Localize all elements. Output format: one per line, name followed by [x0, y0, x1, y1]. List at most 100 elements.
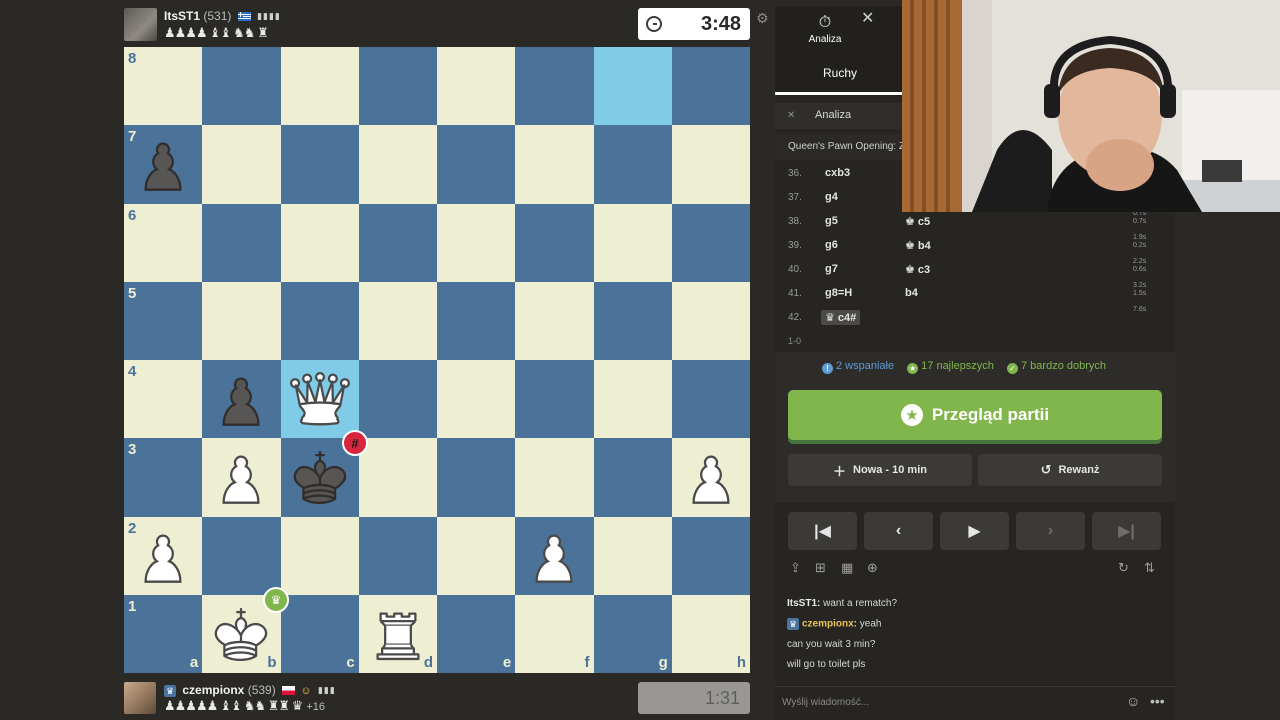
square-f2[interactable] [515, 516, 594, 595]
square-a5[interactable]: 5 [124, 281, 203, 360]
square-g7[interactable] [593, 125, 672, 204]
black-king-icon[interactable] [286, 443, 354, 511]
square-f6[interactable] [515, 203, 594, 282]
square-g6[interactable] [593, 203, 672, 282]
analyze-icon[interactable]: ⊞ [815, 560, 826, 576]
square-h1[interactable]: h [671, 594, 750, 673]
close-icon[interactable]: ✕ [861, 8, 874, 28]
white-pawn-icon[interactable] [677, 443, 745, 511]
square-a7[interactable]: 7 [124, 125, 203, 204]
white-queen-icon[interactable] [286, 365, 354, 433]
gear-icon[interactable]: ⚙ [756, 10, 769, 27]
new-game-button[interactable]: ＋ Nowa - 10 min [788, 454, 972, 486]
square-h3[interactable] [671, 438, 750, 517]
share-icon[interactable]: ⇪ [790, 560, 801, 576]
white-move[interactable]: g4 [825, 191, 838, 203]
next-move-button[interactable]: › [1016, 512, 1085, 550]
square-b7[interactable] [202, 125, 281, 204]
square-c8[interactable] [280, 47, 359, 126]
square-b4[interactable] [202, 360, 281, 439]
square-g3[interactable] [593, 438, 672, 517]
square-e8[interactable] [437, 47, 516, 126]
square-e4[interactable] [437, 360, 516, 439]
flip-board-icon[interactable]: ⇅ [1144, 560, 1155, 576]
black-pawn-icon[interactable] [129, 130, 197, 198]
square-g2[interactable] [593, 516, 672, 595]
square-a8[interactable]: 8 [124, 47, 203, 126]
white-pawn-icon[interactable] [207, 443, 275, 511]
square-h4[interactable] [671, 360, 750, 439]
black-pawn-icon[interactable] [207, 365, 275, 433]
square-f4[interactable] [515, 360, 594, 439]
previous-move-button[interactable]: ‹ [864, 512, 933, 550]
first-move-button[interactable]: |◀ [788, 512, 857, 550]
square-b6[interactable] [202, 203, 281, 282]
square-h7[interactable] [671, 125, 750, 204]
square-e5[interactable] [437, 281, 516, 360]
play-button[interactable]: ▶ [940, 512, 1009, 550]
square-h2[interactable] [671, 516, 750, 595]
toggle-off-icon[interactable]: ✕ [787, 110, 801, 122]
white-rook-icon[interactable] [364, 600, 432, 668]
square-h6[interactable] [671, 203, 750, 282]
square-d8[interactable] [358, 47, 437, 126]
square-b8[interactable] [202, 47, 281, 126]
black-move[interactable]: b4 [905, 287, 918, 299]
rematch-button[interactable]: ↺ Rewanż [978, 454, 1162, 486]
square-e3[interactable] [437, 438, 516, 517]
white-pawn-icon[interactable] [129, 522, 197, 590]
white-move[interactable]: g5 [825, 215, 838, 227]
black-move[interactable]: ♚ b4 [905, 239, 931, 252]
square-e1[interactable]: e [437, 594, 516, 673]
square-e6[interactable] [437, 203, 516, 282]
square-f3[interactable] [515, 438, 594, 517]
analysis-tab[interactable]: ⏱ Analiza [803, 14, 847, 45]
square-b2[interactable] [202, 516, 281, 595]
square-c1[interactable]: c [280, 594, 359, 673]
bottom-player-avatar[interactable] [124, 682, 156, 714]
square-g5[interactable] [593, 281, 672, 360]
square-a1[interactable]: 1a [124, 594, 203, 673]
square-b3[interactable] [202, 438, 281, 517]
square-g1[interactable]: g [593, 594, 672, 673]
square-e7[interactable] [437, 125, 516, 204]
square-g4[interactable] [593, 360, 672, 439]
square-c7[interactable] [280, 125, 359, 204]
refresh-icon[interactable]: ↻ [1118, 560, 1129, 576]
square-d7[interactable] [358, 125, 437, 204]
black-move[interactable]: ♚ c3 [905, 263, 930, 276]
top-player-avatar[interactable] [124, 8, 157, 41]
emoji-icon[interactable]: ☺ [1126, 693, 1140, 709]
square-a3[interactable]: 3 [124, 438, 203, 517]
best-stat[interactable]: ★ 17 najlepszych [907, 360, 994, 374]
square-d6[interactable] [358, 203, 437, 282]
square-e2[interactable] [437, 516, 516, 595]
moves-tab[interactable]: Ruchy [775, 66, 905, 80]
white-move[interactable]: cxb3 [825, 167, 850, 179]
square-c2[interactable] [280, 516, 359, 595]
game-review-button[interactable]: ★ Przegląd partii [788, 390, 1162, 440]
square-a6[interactable]: 6 [124, 203, 203, 282]
bottom-player-name[interactable]: czempionx [182, 683, 244, 697]
square-a4[interactable]: 4 [124, 360, 203, 439]
chat-input[interactable]: Wyślij wiadomość... ☺ ••• [775, 686, 1175, 716]
square-h8[interactable] [671, 47, 750, 126]
square-d1[interactable]: d [358, 594, 437, 673]
square-c5[interactable] [280, 281, 359, 360]
very-good-stat[interactable]: ✓ 7 bardzo dobrych [1007, 360, 1106, 374]
last-move-button[interactable]: ▶| [1092, 512, 1161, 550]
zoom-icon[interactable]: ⊕ [867, 560, 878, 576]
white-move[interactable]: g6 [825, 239, 838, 251]
chess-board[interactable]: 87654321abcdefgh [124, 47, 750, 673]
square-f5[interactable] [515, 281, 594, 360]
square-c6[interactable] [280, 203, 359, 282]
top-player-name[interactable]: ItsST1 [164, 9, 200, 23]
square-h5[interactable] [671, 281, 750, 360]
square-a2[interactable]: 2 [124, 516, 203, 595]
square-d2[interactable] [358, 516, 437, 595]
board-editor-icon[interactable]: ▦ [841, 560, 853, 576]
square-f7[interactable] [515, 125, 594, 204]
square-d3[interactable] [358, 438, 437, 517]
square-c4[interactable] [280, 360, 359, 439]
white-pawn-icon[interactable] [520, 522, 588, 590]
